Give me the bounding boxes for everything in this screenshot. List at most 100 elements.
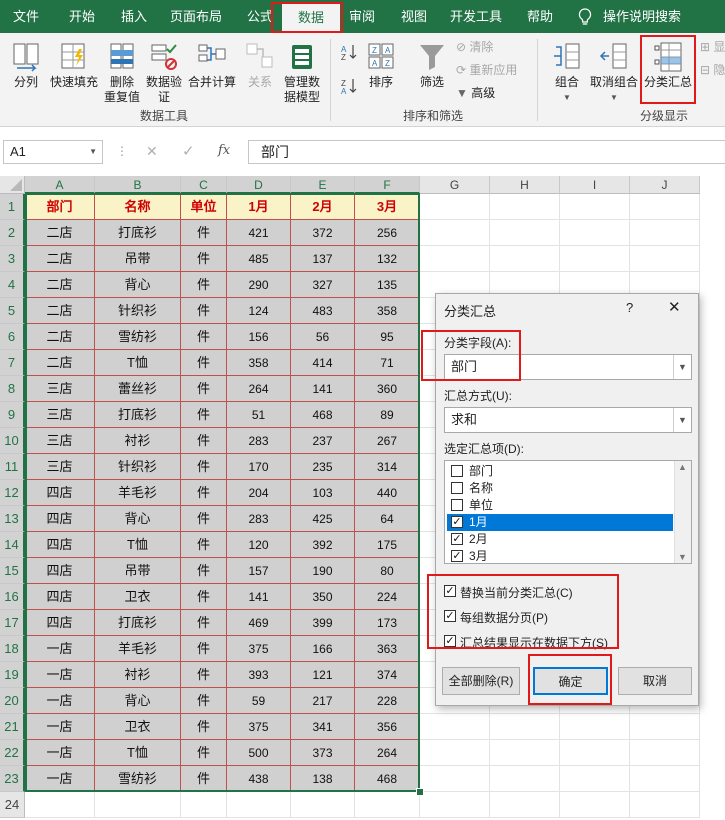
table-cell[interactable]: 羊毛衫 — [95, 636, 181, 662]
table-cell[interactable]: 雪纺衫 — [95, 324, 181, 350]
enter-icon[interactable]: ✓ — [182, 142, 195, 160]
list-item[interactable]: 部门 — [447, 463, 673, 480]
list-item[interactable]: ✓ 1月 — [447, 514, 673, 531]
table-cell[interactable]: 360 — [355, 376, 420, 402]
table-cell[interactable]: 137 — [291, 246, 355, 272]
row-header[interactable]: 9 — [0, 402, 25, 428]
table-cell[interactable]: 二店 — [25, 350, 95, 376]
filter-button[interactable]: 筛选 — [413, 41, 451, 90]
empty-cell[interactable] — [420, 220, 490, 246]
empty-cell[interactable] — [420, 740, 490, 766]
column-header[interactable]: E — [291, 176, 355, 194]
table-cell[interactable]: 件 — [181, 246, 227, 272]
table-cell[interactable]: 485 — [227, 246, 291, 272]
ok-button[interactable]: 确定 — [533, 667, 608, 695]
table-cell[interactable]: 件 — [181, 662, 227, 688]
table-cell[interactable]: 341 — [291, 714, 355, 740]
empty-cell[interactable] — [630, 714, 700, 740]
table-cell[interactable]: 141 — [227, 584, 291, 610]
row-header[interactable]: 14 — [0, 532, 25, 558]
table-cell[interactable]: 背心 — [95, 506, 181, 532]
show-detail-button[interactable]: ⊞ 显 — [700, 38, 725, 56]
table-cell[interactable]: 件 — [181, 480, 227, 506]
table-cell[interactable]: 59 — [227, 688, 291, 714]
tab-home[interactable]: 开始 — [62, 0, 102, 33]
table-cell[interactable]: 71 — [355, 350, 420, 376]
row-header[interactable]: 23 — [0, 766, 25, 792]
table-cell[interactable]: 375 — [227, 636, 291, 662]
table-cell[interactable]: 372 — [291, 220, 355, 246]
row-header[interactable]: 6 — [0, 324, 25, 350]
table-cell[interactable]: 157 — [227, 558, 291, 584]
item-checkbox[interactable] — [451, 499, 463, 511]
empty-cell[interactable] — [420, 194, 490, 220]
table-cell[interactable]: 95 — [355, 324, 420, 350]
table-cell[interactable]: 237 — [291, 428, 355, 454]
row-header[interactable]: 10 — [0, 428, 25, 454]
table-cell[interactable]: 针织衫 — [95, 298, 181, 324]
column-header[interactable]: C — [181, 176, 227, 194]
table-cell[interactable]: 打底衫 — [95, 610, 181, 636]
table-cell[interactable]: 三店 — [25, 402, 95, 428]
table-cell[interactable]: 468 — [291, 402, 355, 428]
row-header[interactable]: 4 — [0, 272, 25, 298]
table-cell[interactable]: 358 — [227, 350, 291, 376]
table-cell[interactable]: 衬衫 — [95, 662, 181, 688]
empty-cell[interactable] — [630, 792, 700, 818]
table-cell[interactable]: 51 — [227, 402, 291, 428]
table-cell[interactable]: 290 — [227, 272, 291, 298]
empty-cell[interactable] — [560, 194, 630, 220]
list-item[interactable]: ✓ 2月 — [447, 531, 673, 548]
table-cell[interactable]: 件 — [181, 454, 227, 480]
table-cell[interactable]: 392 — [291, 532, 355, 558]
table-cell[interactable]: 350 — [291, 584, 355, 610]
column-header[interactable]: J — [630, 176, 700, 194]
table-cell[interactable]: 132 — [355, 246, 420, 272]
table-cell[interactable]: 一店 — [25, 714, 95, 740]
table-cell[interactable]: 483 — [291, 298, 355, 324]
sort-descending-icon[interactable]: ZA — [340, 77, 358, 96]
table-cell[interactable]: 件 — [181, 298, 227, 324]
table-cell[interactable]: 500 — [227, 740, 291, 766]
table-cell[interactable]: 267 — [355, 428, 420, 454]
empty-cell[interactable] — [630, 246, 700, 272]
item-checkbox[interactable] — [451, 482, 463, 494]
empty-cell[interactable] — [420, 714, 490, 740]
scroll-down-icon[interactable]: ▼ — [678, 552, 687, 562]
table-cell[interactable]: 256 — [355, 220, 420, 246]
advanced-filter-button[interactable]: ▼ 高级 — [456, 84, 495, 102]
empty-cell[interactable] — [560, 714, 630, 740]
replace-current-checkbox[interactable]: ✓ — [444, 585, 456, 597]
tab-developer[interactable]: 开发工具 — [446, 0, 506, 33]
group-by-field-select[interactable]: 部门 ▼ — [444, 354, 692, 380]
row-header[interactable]: 16 — [0, 584, 25, 610]
flash-fill-button[interactable]: 快速填充 — [48, 41, 100, 90]
table-cell[interactable]: 件 — [181, 714, 227, 740]
list-item[interactable]: ✓ 3月 — [447, 548, 673, 563]
empty-cell[interactable] — [560, 220, 630, 246]
table-cell[interactable]: 399 — [291, 610, 355, 636]
table-cell[interactable]: 一店 — [25, 740, 95, 766]
table-cell[interactable]: 衬衫 — [95, 428, 181, 454]
cancel-icon[interactable]: ✕ — [146, 143, 158, 160]
page-break-checkbox[interactable]: ✓ — [444, 610, 456, 622]
table-cell[interactable]: 156 — [227, 324, 291, 350]
table-cell[interactable]: 件 — [181, 584, 227, 610]
group-button[interactable]: 组合 ▼ — [548, 41, 586, 105]
table-cell[interactable]: 一店 — [25, 766, 95, 792]
table-cell[interactable]: 217 — [291, 688, 355, 714]
column-header[interactable]: I — [560, 176, 630, 194]
table-cell[interactable]: T恤 — [95, 532, 181, 558]
empty-cell[interactable] — [181, 792, 227, 818]
table-cell[interactable]: 件 — [181, 558, 227, 584]
table-cell[interactable]: 363 — [355, 636, 420, 662]
ungroup-button[interactable]: 取消组合 ▼ — [588, 41, 640, 105]
table-cell[interactable]: 64 — [355, 506, 420, 532]
empty-cell[interactable] — [630, 194, 700, 220]
sort-button[interactable]: ZAAZ 排序 — [362, 41, 400, 90]
table-cell[interactable]: 56 — [291, 324, 355, 350]
table-cell[interactable]: 103 — [291, 480, 355, 506]
formula-input[interactable]: 部门 — [248, 140, 725, 164]
data-validation-button[interactable]: 数据验 证 — [143, 41, 185, 105]
empty-cell[interactable] — [490, 766, 560, 792]
